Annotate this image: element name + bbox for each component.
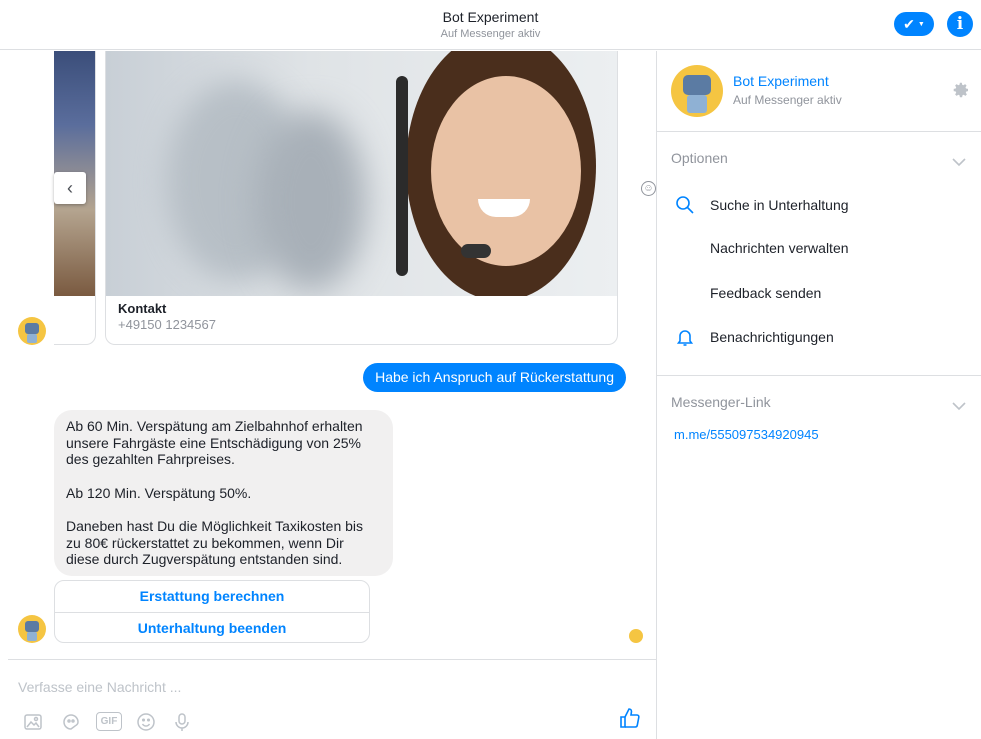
panel-name[interactable]: Bot Experiment bbox=[733, 73, 829, 89]
message-paragraph: Ab 120 Min. Verspätung 50%. bbox=[66, 484, 252, 501]
gif-icon[interactable]: GIF bbox=[96, 712, 122, 731]
chevron-down-icon: ▼ bbox=[917, 20, 925, 28]
panel-status: Auf Messenger aktiv bbox=[733, 93, 842, 107]
card-title: Kontakt bbox=[118, 301, 167, 316]
outgoing-message[interactable]: Habe ich Anspruch auf Rückerstattung bbox=[363, 363, 626, 392]
message-paragraph: Ab 60 Min. Verspätung am Zielbahnhof erh… bbox=[66, 418, 363, 467]
emoji-icon[interactable] bbox=[135, 712, 157, 732]
carousel-prev-button[interactable]: ‹ bbox=[54, 172, 86, 204]
search-icon bbox=[675, 195, 695, 215]
avatar bbox=[671, 65, 723, 117]
divider bbox=[657, 375, 981, 376]
option-manage-messages[interactable]: Nachrichten verwalten bbox=[710, 240, 849, 256]
chevron-down-icon[interactable] bbox=[951, 154, 967, 167]
info-button[interactable]: i bbox=[947, 11, 973, 37]
bell-icon bbox=[675, 327, 695, 347]
mark-done-button[interactable]: ✔ ▼ bbox=[894, 12, 934, 36]
options-section-title: Optionen bbox=[671, 150, 728, 166]
message-thread: Kontakt +49150 1234567 ‹ ☺ Habe ich Ansp… bbox=[8, 51, 656, 659]
conversation-status: Auf Messenger aktiv bbox=[440, 28, 541, 40]
conversation-title: Bot Experiment bbox=[442, 9, 539, 25]
avatar bbox=[18, 615, 46, 643]
messenger-link[interactable]: m.me/555097534920945 bbox=[674, 427, 819, 442]
chevron-down-icon[interactable] bbox=[951, 398, 967, 411]
option-notifications[interactable]: Benachrichtigungen bbox=[710, 329, 834, 345]
divider bbox=[657, 131, 981, 132]
quick-reply-end-conversation[interactable]: Unterhaltung beenden bbox=[55, 612, 369, 642]
option-search-conversation[interactable]: Suche in Unterhaltung bbox=[710, 197, 849, 213]
gear-icon[interactable] bbox=[952, 81, 970, 99]
carousel-card[interactable]: Kontakt +49150 1234567 bbox=[105, 51, 618, 345]
card-subtitle: +49150 1234567 bbox=[118, 317, 216, 332]
conversation-header: Bot Experiment Auf Messenger aktiv ✔ ▼ i bbox=[0, 0, 981, 50]
link-section-title: Messenger-Link bbox=[671, 394, 771, 410]
message-paragraph: Daneben hast Du die Möglichkeit Taxikost… bbox=[66, 518, 364, 567]
info-icon: i bbox=[956, 14, 964, 34]
like-icon[interactable] bbox=[618, 706, 644, 732]
check-icon: ✔ bbox=[903, 15, 915, 32]
card-image bbox=[106, 51, 617, 296]
microphone-icon[interactable] bbox=[171, 712, 193, 732]
sticker-icon[interactable] bbox=[60, 712, 82, 732]
option-send-feedback[interactable]: Feedback senden bbox=[710, 285, 821, 301]
avatar bbox=[18, 317, 46, 345]
quick-reply-calculate-refund[interactable]: Erstattung berechnen bbox=[55, 581, 369, 612]
quick-replies: Erstattung berechnen Unterhaltung beende… bbox=[54, 580, 370, 643]
photo-icon[interactable] bbox=[22, 712, 44, 732]
chevron-left-icon: ‹ bbox=[67, 177, 73, 198]
emoji-react-icon[interactable]: ☺ bbox=[641, 181, 656, 196]
incoming-message[interactable]: Ab 60 Min. Verspätung am Zielbahnhof erh… bbox=[54, 410, 393, 576]
message-input[interactable] bbox=[18, 676, 578, 698]
composer: GIF bbox=[8, 659, 656, 739]
seen-indicator-avatar bbox=[629, 629, 643, 643]
info-panel: Bot Experiment Auf Messenger aktiv Optio… bbox=[657, 51, 981, 739]
